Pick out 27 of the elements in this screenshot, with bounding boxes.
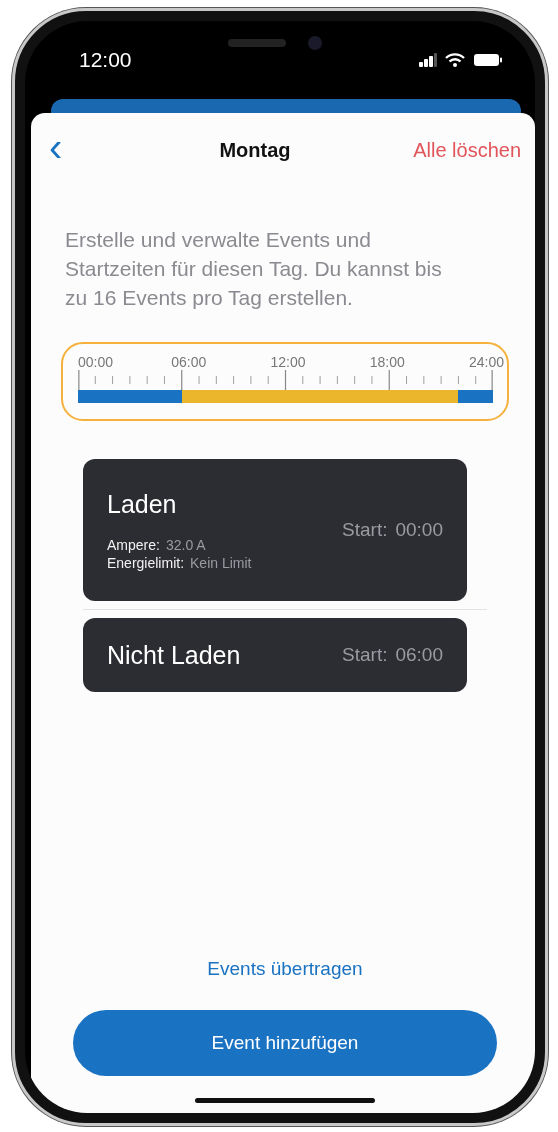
start-time: 00:00: [395, 519, 443, 541]
wifi-icon: [445, 53, 465, 67]
event-card[interactable]: Nicht Laden Start: 06:00: [83, 618, 467, 692]
time-label: 00:00: [78, 354, 114, 370]
start-label: Start:: [342, 519, 388, 541]
status-time: 12:00: [79, 48, 132, 72]
battery-icon: [473, 53, 503, 67]
start-label: Start:: [342, 644, 388, 666]
time-label: 18:00: [369, 354, 405, 370]
time-label: 12:00: [270, 354, 306, 370]
back-button[interactable]: ‹: [49, 127, 119, 173]
detail-label: Energielimit:: [107, 554, 185, 571]
signal-icon: [419, 53, 437, 67]
event-title: Laden: [107, 489, 178, 519]
screen-title: Montag: [219, 138, 291, 162]
detail-value: 32.0 A: [165, 536, 206, 553]
transfer-events-link[interactable]: Events übertragen: [207, 958, 363, 980]
event-title: Nicht Laden: [107, 640, 241, 670]
time-label: 24:00: [469, 354, 505, 370]
start-time: 06:00: [395, 644, 443, 666]
delete-all-button[interactable]: Alle löschen: [391, 138, 521, 162]
detail-label: Ampere:: [107, 536, 160, 553]
description-text: Erstelle und verwalte Events und Startzeiten für diesen Tag. Du kannst bis zu 16 Events pro Tag erstellen.: [65, 227, 443, 311]
add-event-button[interactable]: Event hinzufügen: [73, 1010, 497, 1076]
time-label: 06:00: [171, 354, 207, 370]
event-card[interactable]: Laden Ampere: 32.0 A Energielimit: Kein Limit Start: 00:00: [83, 459, 467, 601]
detail-value: Kein Limit: [190, 554, 252, 571]
